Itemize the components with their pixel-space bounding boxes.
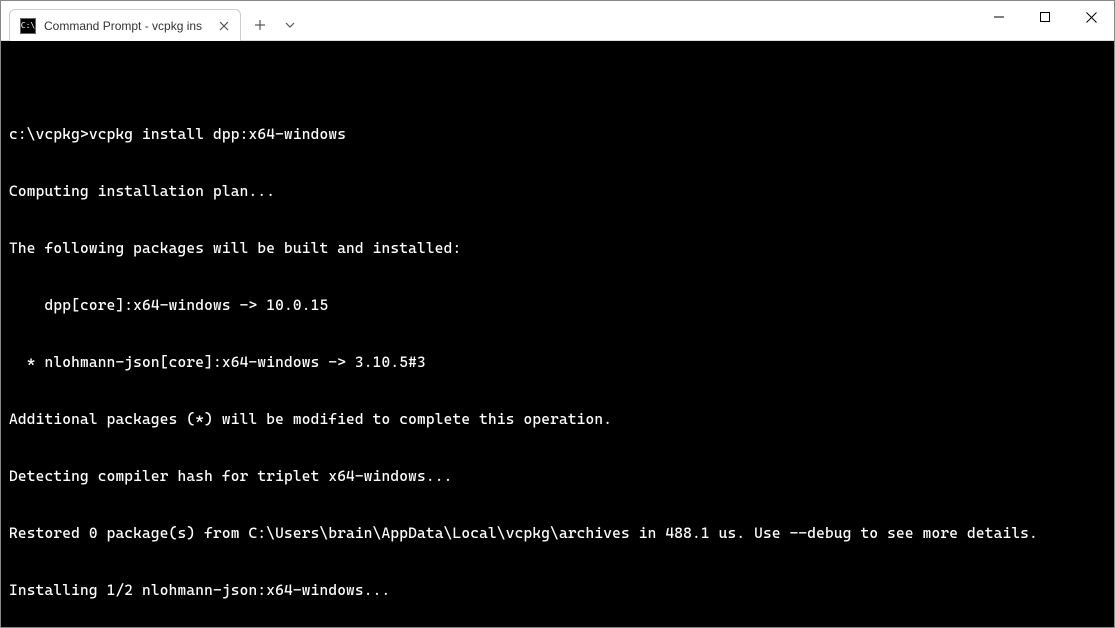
terminal-line: c:\vcpkg>vcpkg install dpp:x64-windows [9, 125, 1106, 144]
minimize-icon [994, 12, 1004, 22]
tab-dropdown-button[interactable] [275, 10, 305, 40]
new-tab-button[interactable] [245, 10, 275, 40]
tab-command-prompt[interactable]: C:\ Command Prompt - vcpkg ins [9, 9, 241, 41]
terminal-output[interactable]: c:\vcpkg>vcpkg install dpp:x64-windows C… [1, 41, 1114, 627]
terminal-line: Detecting compiler hash for triplet x64-… [9, 467, 1106, 486]
titlebar: C:\ Command Prompt - vcpkg ins [1, 1, 1114, 41]
close-window-button[interactable] [1068, 1, 1114, 33]
minimize-button[interactable] [976, 1, 1022, 33]
terminal-line: dpp[core]:x64-windows -> 10.0.15 [9, 296, 1106, 315]
close-icon [1086, 12, 1097, 23]
close-tab-button[interactable] [216, 18, 232, 34]
tab-actions [241, 1, 305, 41]
plus-icon [254, 19, 266, 31]
terminal-line: Computing installation plan... [9, 182, 1106, 201]
terminal-line: The following packages will be built and… [9, 239, 1106, 258]
terminal-line: Installing 1/2 nlohmann-json:x64-windows… [9, 581, 1106, 600]
maximize-button[interactable] [1022, 1, 1068, 33]
tab-title: Command Prompt - vcpkg ins [44, 19, 208, 33]
terminal-line: * nlohmann-json[core]:x64-windows -> 3.1… [9, 353, 1106, 372]
window-controls [976, 1, 1114, 33]
close-icon [219, 21, 229, 31]
terminal-line: Additional packages (*) will be modified… [9, 410, 1106, 429]
tab-strip: C:\ Command Prompt - vcpkg ins [1, 1, 241, 41]
maximize-icon [1040, 12, 1050, 22]
chevron-down-icon [285, 22, 295, 28]
cmd-icon: C:\ [20, 18, 36, 34]
terminal-line: Restored 0 package(s) from C:\Users\brai… [9, 524, 1106, 543]
